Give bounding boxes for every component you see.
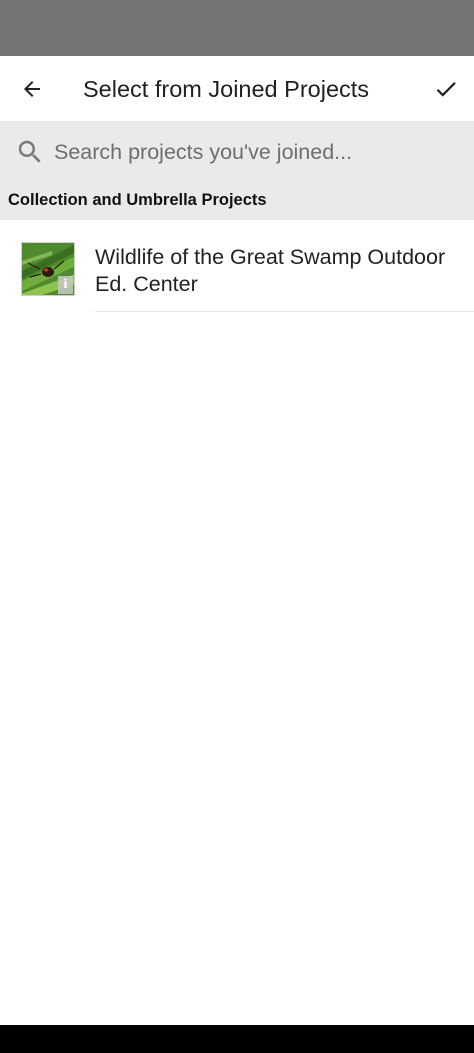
list-item[interactable]: i Wildlife of the Great Swamp Outdoor Ed… bbox=[0, 220, 474, 312]
search-input[interactable] bbox=[54, 136, 464, 168]
search-icon bbox=[18, 140, 41, 163]
checkmark-icon bbox=[436, 82, 456, 97]
page-title: Select from Joined Projects bbox=[83, 76, 370, 102]
info-badge[interactable]: i bbox=[58, 276, 73, 294]
confirm-button[interactable] bbox=[426, 69, 466, 109]
status-bar bbox=[0, 0, 474, 56]
search-bar bbox=[0, 122, 474, 182]
project-name: Wildlife of the Great Swamp Outdoor Ed. … bbox=[95, 245, 446, 296]
divider bbox=[95, 311, 474, 312]
navigation-bar bbox=[0, 1025, 474, 1053]
arrow-left-icon bbox=[24, 81, 40, 97]
section-title: Collection and Umbrella Projects bbox=[8, 191, 267, 209]
section-header: Collection and Umbrella Projects bbox=[0, 182, 474, 220]
project-thumbnail: i bbox=[21, 242, 75, 296]
app-bar: Select from Joined Projects bbox=[0, 56, 474, 122]
back-button[interactable] bbox=[12, 69, 52, 109]
